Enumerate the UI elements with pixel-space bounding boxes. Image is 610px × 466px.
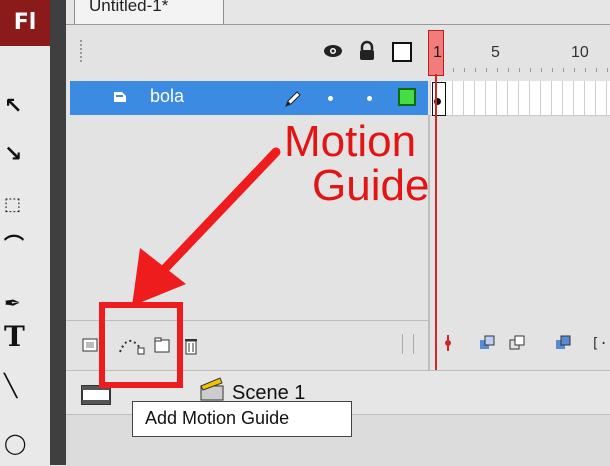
lasso-tool-icon[interactable]: ⌒: [4, 230, 44, 260]
resize-grip[interactable]: [402, 334, 414, 354]
ruler-ticks: [442, 68, 610, 72]
annotation-title-line2: Guide: [312, 161, 430, 210]
outline-icon[interactable]: [392, 42, 412, 62]
outline-color-swatch[interactable]: [398, 88, 416, 106]
oval-tool-icon[interactable]: ◯: [4, 428, 44, 458]
selection-tool-icon[interactable]: ↖: [4, 92, 44, 122]
lock-dot[interactable]: [367, 96, 372, 101]
edit-multiple-frames-icon[interactable]: [554, 334, 572, 352]
clapper-icon: [198, 376, 226, 402]
motion-guide-highlight-box: [99, 302, 183, 388]
pencil-icon: [282, 88, 304, 110]
panel-divider: [50, 0, 66, 465]
layer-name[interactable]: bola: [150, 86, 184, 107]
onion-skin-outlines-icon[interactable]: [508, 334, 526, 352]
tooltip-text: Add Motion Guide: [145, 408, 290, 428]
frame-grid[interactable]: [430, 81, 610, 116]
line-tool-icon[interactable]: ╲: [4, 372, 44, 402]
free-transform-tool-icon[interactable]: ⬚: [4, 190, 44, 220]
modify-onion-markers-icon[interactable]: [·: [590, 334, 608, 352]
tooltip: Add Motion Guide: [132, 401, 352, 437]
text-tool-icon[interactable]: T: [4, 322, 44, 352]
lock-icon[interactable]: [356, 40, 378, 62]
playhead-line: [435, 74, 437, 370]
layer-frame-separator[interactable]: [428, 115, 430, 370]
svg-text:[·: [·: [591, 336, 608, 352]
current-frame-number: 1: [433, 44, 442, 61]
ruler-mark-5: 5: [491, 44, 500, 61]
visibility-dot[interactable]: [328, 96, 333, 101]
annotation-title-line1: Motion: [284, 117, 417, 166]
flash-logo: Fl: [0, 0, 50, 46]
eye-icon[interactable]: [322, 40, 344, 62]
delete-layer-icon[interactable]: [180, 334, 202, 356]
panel-grip[interactable]: [80, 40, 88, 62]
subselection-tool-icon[interactable]: ↘: [4, 140, 44, 170]
layer-icon: [112, 90, 128, 104]
document-tab-title: Untitled-1*: [89, 0, 169, 15]
document-tab[interactable]: Untitled-1*: [74, 0, 224, 25]
center-frame-icon[interactable]: [443, 334, 461, 352]
pen-tool-icon[interactable]: ✒: [4, 288, 44, 318]
ruler-mark-10: 10: [571, 44, 589, 61]
onion-skin-icon[interactable]: [478, 334, 496, 352]
